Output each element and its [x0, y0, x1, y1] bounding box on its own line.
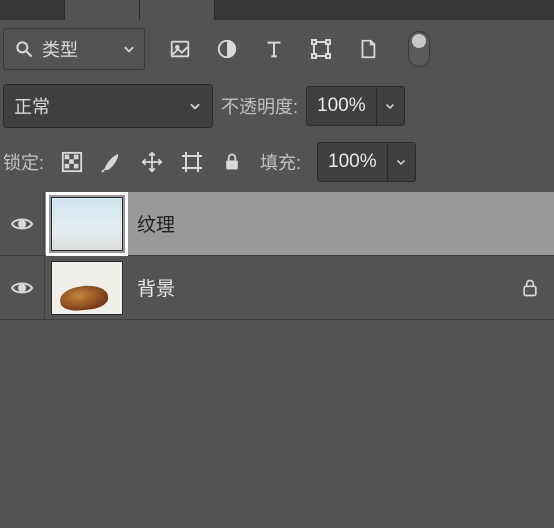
filter-shape-icon[interactable] — [309, 37, 333, 61]
filter-adjustment-icon[interactable] — [215, 37, 239, 61]
visibility-toggle[interactable] — [0, 256, 44, 319]
chevron-down-icon[interactable] — [387, 143, 415, 181]
tab-blank-2[interactable] — [65, 0, 140, 20]
opacity-value: 100% — [307, 95, 376, 117]
blend-mode-dropdown[interactable]: 正常 — [3, 84, 213, 128]
chevron-down-icon[interactable] — [376, 87, 404, 125]
visibility-toggle[interactable] — [0, 192, 44, 255]
lock-paint-icon[interactable] — [100, 150, 124, 174]
fill-label: 填充: — [260, 149, 301, 175]
lock-position-icon[interactable] — [140, 150, 164, 174]
lock-icon — [520, 278, 540, 298]
lock-row: 锁定: 填充: 100% — [0, 136, 554, 192]
eye-icon — [10, 212, 34, 236]
lock-all-icon[interactable] — [220, 150, 244, 174]
filter-text-icon[interactable] — [262, 37, 286, 61]
fill-field[interactable]: 100% — [317, 142, 416, 182]
blend-row: 正常 不透明度: 100% — [0, 78, 554, 136]
layer-row[interactable]: 背景 — [0, 256, 554, 320]
eye-icon — [10, 276, 34, 300]
opacity-label: 不透明度: — [221, 93, 298, 119]
layer-thumbnail[interactable] — [51, 197, 123, 251]
chevron-down-icon — [188, 99, 202, 113]
layer-list: 纹理 背景 — [0, 192, 554, 320]
lock-artboard-icon[interactable] — [180, 150, 204, 174]
filter-smartobject-icon[interactable] — [356, 37, 380, 61]
panel-tabs — [0, 0, 554, 20]
layer-thumbnail[interactable] — [51, 261, 123, 315]
fill-value: 100% — [318, 151, 387, 173]
tab-blank-1[interactable] — [0, 0, 65, 20]
filter-toggle[interactable] — [407, 37, 431, 61]
tab-blank-3[interactable] — [140, 0, 215, 20]
search-icon — [12, 37, 36, 61]
blend-mode-value: 正常 — [14, 93, 50, 119]
opacity-field[interactable]: 100% — [306, 86, 405, 126]
layer-filter-dropdown[interactable]: 类型 — [3, 28, 145, 70]
layer-name: 背景 — [137, 274, 175, 301]
layer-row[interactable]: 纹理 — [0, 192, 554, 256]
chevron-down-icon — [122, 42, 136, 56]
lock-transparency-icon[interactable] — [60, 150, 84, 174]
filter-row: 类型 — [0, 20, 554, 78]
filter-pixel-icon[interactable] — [168, 37, 192, 61]
filter-label: 类型 — [42, 36, 78, 62]
layer-name: 纹理 — [137, 210, 175, 237]
lock-label: 锁定: — [3, 149, 44, 175]
